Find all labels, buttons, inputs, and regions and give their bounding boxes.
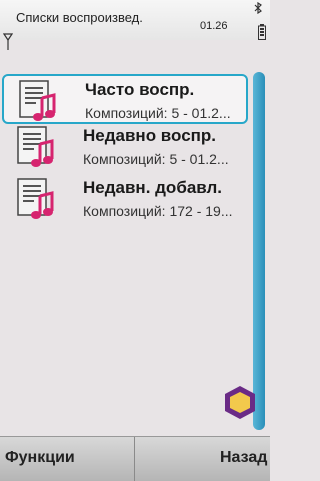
status-bar: Списки воспроизвед. 01.26 — [0, 0, 270, 40]
item-title: Недавн. добавл. — [83, 178, 223, 197]
back-softkey[interactable]: Назад — [220, 449, 267, 467]
scrollbar-thumb[interactable] — [253, 72, 265, 430]
softkey-bar: Функции Назад — [0, 436, 270, 481]
item-subtitle: Композиций: 5 - 01.2... — [85, 105, 231, 121]
watermark-cube-icon — [225, 386, 255, 419]
playlist-icon — [17, 178, 54, 219]
item-title: Недавно воспр. — [83, 126, 217, 145]
playlist-icon — [19, 80, 56, 121]
item-subtitle: Композиций: 5 - 01.2... — [83, 151, 229, 167]
list-item-frequent[interactable]: Часто воспр. Композиций: 5 - 01.2... — [2, 74, 248, 124]
bluetooth-icon — [254, 2, 262, 14]
playlist-icon — [17, 126, 54, 167]
item-title: Часто воспр. — [85, 80, 195, 99]
item-subtitle: Композиций: 172 - 19... — [83, 203, 233, 219]
softkey-divider — [134, 437, 135, 481]
list-item-added[interactable]: Недавн. добавл. Композиций: 172 - 19... — [2, 174, 248, 224]
options-softkey[interactable]: Функции — [5, 449, 75, 467]
battery-icon — [258, 24, 266, 40]
list-item-recent[interactable]: Недавно воспр. Композиций: 5 - 01.2... — [2, 122, 248, 172]
signal-antenna-icon — [3, 33, 13, 50]
scrollbar[interactable] — [253, 72, 265, 430]
screen-title: Списки воспроизвед. — [16, 10, 143, 25]
clock: 01.26 — [200, 20, 228, 32]
